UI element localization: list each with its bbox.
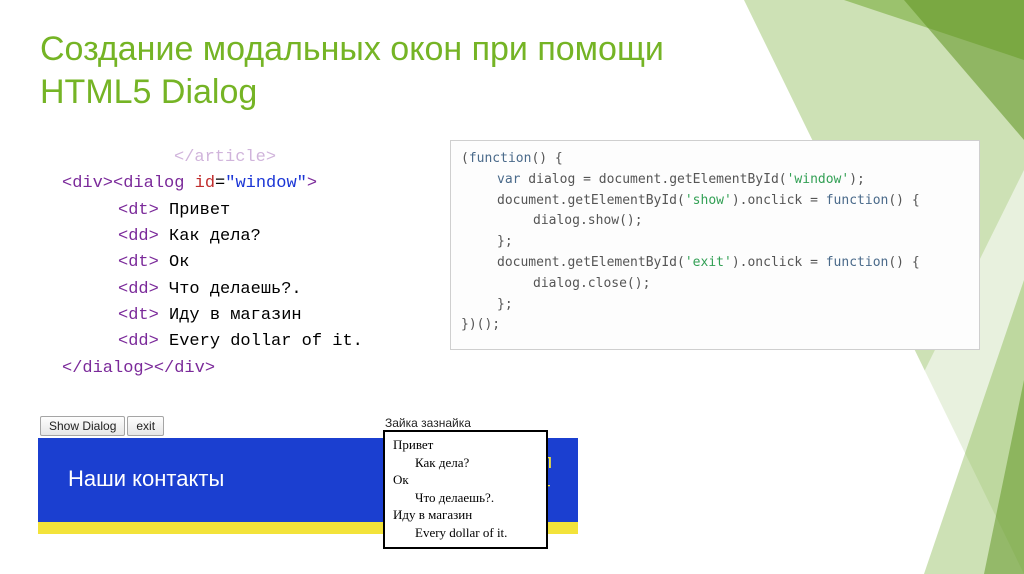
code-text: 'window': [787, 172, 850, 187]
code-text: dialog = document.getElementById(: [520, 172, 786, 187]
code-text: <dialog: [113, 174, 184, 193]
code-text: Every dollar of it.: [159, 332, 363, 351]
exit-button[interactable]: exit: [127, 416, 164, 436]
code-text: </dialog>: [62, 359, 154, 378]
code-text: dialog.show();: [533, 213, 643, 228]
preview-dt: Иду в магазин: [393, 506, 538, 524]
code-text: };: [497, 234, 513, 249]
banner-text: Наши контакты: [68, 466, 224, 492]
code-text: <dt>: [118, 201, 159, 220]
preview-dd: Как дела?: [415, 454, 538, 472]
code-text: };: [497, 297, 513, 312]
code-text: Привет: [159, 201, 230, 220]
code-text: <dd>: [118, 332, 159, 351]
code-text: dialog.close();: [533, 276, 650, 291]
code-text: })();: [461, 317, 500, 332]
code-text: </article>: [174, 148, 276, 167]
slide-title: Создание модальных окон при помощи HTML5…: [40, 28, 664, 113]
code-text: 'exit': [685, 255, 732, 270]
code-text: >: [307, 174, 317, 193]
code-text: <dt>: [118, 253, 159, 272]
code-text: function: [826, 193, 889, 208]
code-text: <dd>: [118, 227, 159, 246]
code-text: id: [184, 174, 215, 193]
code-text: () {: [888, 255, 919, 270]
js-code-block: (function() { var dialog = document.getE…: [450, 140, 980, 350]
code-text: <dd>: [118, 280, 159, 299]
code-text: "window": [225, 174, 307, 193]
demo-buttons-row: Show Dialog exit: [40, 416, 164, 436]
preview-dd: Что делаешь?.: [415, 489, 538, 507]
code-text: document.getElementById(: [497, 193, 685, 208]
code-text: <dt>: [118, 306, 159, 325]
code-text: Иду в магазин: [159, 306, 302, 325]
title-line-1: Создание модальных окон при помощи: [40, 30, 664, 68]
code-text: ).onclick =: [732, 255, 826, 270]
code-text: <div>: [62, 174, 113, 193]
code-text: () {: [888, 193, 919, 208]
title-line-2: HTML5 Dialog: [40, 73, 257, 111]
code-text: function: [826, 255, 889, 270]
code-text: ).onclick =: [732, 193, 826, 208]
code-text: function: [469, 151, 532, 166]
code-text: </div>: [154, 359, 215, 378]
code-text: (: [461, 151, 469, 166]
code-text: );: [849, 172, 865, 187]
code-text: Как дела?: [159, 227, 261, 246]
dialog-preview: Привет Как дела? Ок Что делаешь?. Иду в …: [383, 430, 548, 549]
caption-text: Зайка зазнайка: [385, 416, 471, 430]
code-text: () {: [531, 151, 562, 166]
code-text: Что делаешь?.: [159, 280, 302, 299]
show-dialog-button[interactable]: Show Dialog: [40, 416, 125, 436]
code-text: =: [215, 174, 225, 193]
code-text: Ок: [159, 253, 190, 272]
code-text: 'show': [685, 193, 732, 208]
preview-dt: Привет: [393, 436, 538, 454]
html-code-block: </article> <div><dialog id="window"> <dt…: [62, 145, 363, 382]
preview-dt: Ок: [393, 471, 538, 489]
preview-dd: Every dollar of it.: [415, 524, 538, 542]
code-text: document.getElementById(: [497, 255, 685, 270]
code-text: var: [497, 172, 520, 187]
